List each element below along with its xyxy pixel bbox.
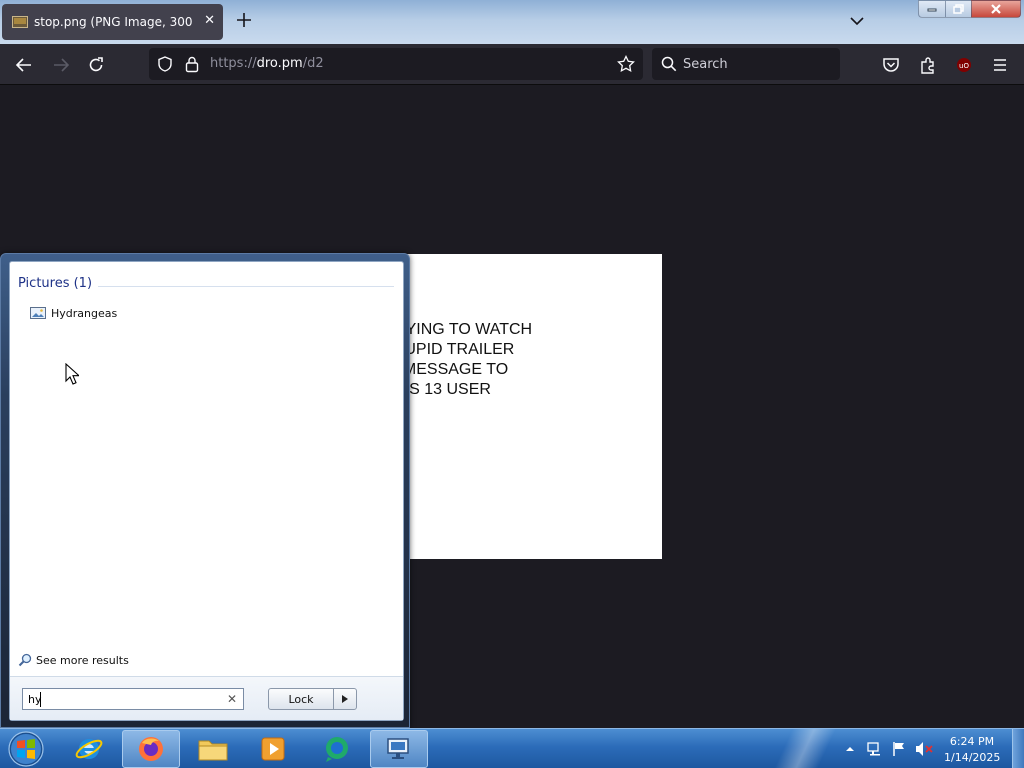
- message-line: T STUPID TRAILER: [370, 341, 515, 358]
- url-path: /d2: [302, 56, 324, 71]
- media-player-icon: [261, 737, 285, 761]
- reload-button[interactable]: [85, 54, 107, 76]
- window-titlebar: stop.png (PNG Image, 300 × 30 ✕: [0, 0, 1024, 44]
- see-more-label: See more results: [36, 653, 129, 667]
- remote-desktop-icon: [387, 738, 409, 759]
- clock-time: 6:24 PM: [949, 735, 995, 748]
- extensions-button[interactable]: [917, 54, 939, 76]
- message-line: DOWS 13 USER: [370, 381, 491, 398]
- power-options-arrow[interactable]: [333, 688, 357, 710]
- taskbar-glow: [760, 729, 850, 768]
- firefox-icon: [139, 737, 163, 761]
- close-tab-icon[interactable]: ✕: [204, 13, 215, 28]
- puzzle-icon: [921, 57, 934, 74]
- close-icon: [991, 4, 1001, 14]
- back-button[interactable]: [13, 54, 35, 76]
- message-line: IS A MESSAGE TO: [370, 361, 509, 378]
- taskbar: 6:24 PM 1/14/2025: [0, 728, 1024, 768]
- bookmark-star-icon[interactable]: [617, 55, 635, 73]
- lock-button[interactable]: Lock: [268, 688, 334, 710]
- restore-button[interactable]: [945, 0, 972, 18]
- search-placeholder: Search: [683, 57, 728, 72]
- group-divider: [98, 286, 394, 287]
- magnifier-icon: [18, 653, 32, 667]
- mouse-cursor-icon: [65, 363, 79, 385]
- internet-explorer-icon: [75, 739, 103, 759]
- restore-icon: [953, 4, 964, 14]
- url-scheme: https://: [210, 56, 257, 71]
- arrow-right-icon: [54, 58, 70, 72]
- url-text[interactable]: https://dro.pm/d2: [210, 56, 324, 71]
- triangle-right-icon: [342, 695, 348, 703]
- file-explorer-icon: [198, 740, 228, 761]
- system-tray: 6:24 PM 1/14/2025: [840, 729, 1024, 768]
- taskbar-item-file-explorer[interactable]: [184, 730, 242, 768]
- image-file-icon: [12, 16, 28, 28]
- chat-icon: [326, 737, 348, 762]
- network-icon[interactable]: [867, 741, 883, 757]
- taskbar-item-firefox[interactable]: [122, 730, 180, 768]
- start-menu: Pictures (1) Hydrangeas See more results…: [0, 253, 410, 728]
- hamburger-menu-icon: [994, 59, 1006, 71]
- search-result-item[interactable]: Hydrangeas: [30, 303, 117, 323]
- show-desktop-button[interactable]: [1012, 729, 1024, 768]
- message-line: P TRYING TO WATCH: [370, 321, 533, 338]
- text-caret: [40, 692, 41, 707]
- start-search-input[interactable]: hy ✕: [22, 688, 244, 710]
- pocket-button[interactable]: [880, 54, 902, 76]
- results-group-title[interactable]: Pictures (1): [18, 276, 92, 291]
- minimize-icon: [927, 8, 937, 12]
- close-window-button[interactable]: [971, 0, 1021, 18]
- start-menu-footer: hy ✕ Lock: [10, 676, 403, 720]
- pocket-icon: [883, 58, 899, 72]
- forward-button[interactable]: [50, 54, 72, 76]
- shield-icon[interactable]: [157, 56, 173, 72]
- chevron-down-icon[interactable]: [848, 12, 866, 30]
- lock-icon[interactable]: [184, 55, 200, 73]
- ublock-button[interactable]: uO: [953, 54, 975, 76]
- arrow-left-icon: [15, 58, 31, 72]
- minimize-button[interactable]: [918, 0, 946, 18]
- picture-icon: [30, 307, 46, 319]
- result-label: Hydrangeas: [51, 306, 118, 320]
- new-tab-icon[interactable]: [234, 10, 254, 30]
- window-controls: [918, 0, 1024, 18]
- taskbar-item-chat[interactable]: [308, 730, 366, 768]
- browser-tab[interactable]: stop.png (PNG Image, 300 × 30 ✕: [2, 4, 223, 40]
- search-bar[interactable]: Search: [652, 48, 840, 80]
- search-results-panel: Pictures (1) Hydrangeas See more results…: [9, 261, 404, 721]
- action-center-flag-icon[interactable]: [891, 741, 907, 757]
- tab-title: stop.png (PNG Image, 300 × 30: [34, 15, 196, 29]
- taskbar-item-internet-explorer[interactable]: [60, 730, 118, 768]
- show-hidden-icons-icon[interactable]: [846, 745, 854, 753]
- clock[interactable]: 6:24 PM 1/14/2025: [944, 734, 1000, 766]
- ublock-origin-icon: uO: [957, 58, 971, 72]
- volume-muted-icon[interactable]: [915, 741, 933, 757]
- taskbar-item-remote-desktop[interactable]: [370, 730, 428, 768]
- reload-icon: [89, 57, 103, 72]
- windows-start-button[interactable]: [6, 730, 46, 768]
- menu-button[interactable]: [989, 54, 1011, 76]
- url-bar[interactable]: https://dro.pm/d2: [149, 48, 643, 80]
- see-more-results-link[interactable]: See more results: [18, 652, 129, 668]
- url-host: dro.pm: [256, 56, 303, 71]
- search-icon: [661, 56, 677, 72]
- clock-date: 1/14/2025: [944, 751, 1001, 764]
- clear-search-icon[interactable]: ✕: [227, 692, 237, 706]
- taskbar-item-media-player[interactable]: [244, 730, 302, 768]
- svg-text:uO: uO: [959, 62, 969, 70]
